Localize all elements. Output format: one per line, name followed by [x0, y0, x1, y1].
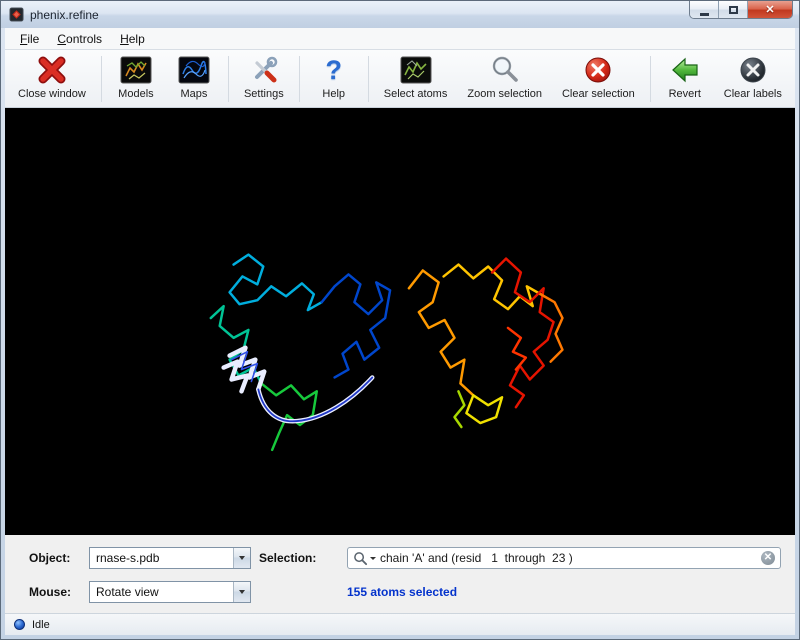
window-buttons: ✕	[689, 1, 793, 19]
help-button[interactable]: ? Help	[310, 53, 358, 101]
selection-input[interactable]	[380, 549, 761, 567]
atoms-selected-text: 155 atoms selected	[347, 585, 781, 599]
mouse-dropdown[interactable]: Rotate view	[89, 581, 251, 603]
molecule-viewport[interactable]	[5, 108, 795, 535]
close-button[interactable]: ✕	[748, 1, 792, 19]
toolbar-separator	[299, 56, 300, 102]
close-window-icon	[36, 54, 68, 86]
revert-label: Revert	[669, 88, 701, 100]
mouse-dropdown-value: Rotate view	[90, 582, 233, 602]
mouse-dropdown-button[interactable]	[233, 582, 250, 602]
clear-selection-button[interactable]: Clear selection	[557, 53, 640, 101]
models-label: Models	[118, 88, 153, 100]
clear-labels-button[interactable]: Clear labels	[719, 53, 787, 101]
selection-label: Selection:	[259, 551, 339, 565]
maps-label: Maps	[180, 88, 207, 100]
maximize-button[interactable]	[719, 1, 748, 19]
search-caret-icon	[370, 557, 376, 560]
models-icon	[120, 54, 152, 86]
controls-panel: Object: rnase-s.pdb Selection: ✕ Mouse: …	[5, 535, 795, 613]
app-icon	[9, 7, 24, 22]
menu-file[interactable]: File	[11, 30, 48, 48]
close-window-button[interactable]: Close window	[13, 53, 91, 101]
maps-icon	[178, 54, 210, 86]
settings-label: Settings	[244, 88, 284, 100]
menu-controls[interactable]: Controls	[48, 30, 111, 48]
phenix-refine-window: phenix.refine ✕ File Controls Help	[0, 0, 800, 640]
status-bar: Idle	[5, 613, 795, 635]
zoom-selection-button[interactable]: Zoom selection	[462, 53, 547, 101]
minimize-button[interactable]	[690, 1, 719, 19]
clear-labels-label: Clear labels	[724, 88, 782, 100]
toolbar-separator	[368, 56, 369, 102]
mouse-label: Mouse:	[29, 585, 81, 599]
select-atoms-button[interactable]: Select atoms	[379, 53, 453, 101]
settings-button[interactable]: Settings	[239, 53, 289, 101]
menu-bar: File Controls Help	[5, 28, 795, 50]
toolbar-separator	[228, 56, 229, 102]
toolbar-separator	[101, 56, 102, 102]
object-label: Object:	[29, 551, 81, 565]
status-dot-icon	[14, 619, 25, 630]
maps-button[interactable]: Maps	[170, 53, 218, 101]
clear-selection-icon	[582, 54, 614, 86]
zoom-selection-label: Zoom selection	[467, 88, 542, 100]
select-atoms-label: Select atoms	[384, 88, 448, 100]
title-bar[interactable]: phenix.refine ✕	[1, 1, 799, 28]
status-text: Idle	[32, 619, 50, 631]
maximize-icon	[729, 6, 738, 14]
close-window-label: Close window	[18, 88, 86, 100]
chevron-down-icon	[239, 590, 245, 594]
object-dropdown-button[interactable]	[233, 548, 250, 568]
selection-searchbox[interactable]: ✕	[347, 547, 781, 569]
models-button[interactable]: Models	[112, 53, 160, 101]
help-icon: ?	[318, 54, 350, 86]
object-dropdown-value: rnase-s.pdb	[90, 548, 233, 568]
object-dropdown[interactable]: rnase-s.pdb	[89, 547, 251, 569]
toolbar-separator	[650, 56, 651, 102]
minimize-icon	[700, 13, 709, 16]
chevron-down-icon	[239, 556, 245, 560]
window-title: phenix.refine	[30, 8, 99, 22]
toolbar: Close window Models	[5, 50, 795, 108]
search-menu-icon[interactable]	[353, 551, 376, 566]
revert-button[interactable]: Revert	[661, 53, 709, 101]
clear-labels-icon	[737, 54, 769, 86]
search-clear-button[interactable]: ✕	[761, 551, 775, 565]
help-label: Help	[322, 88, 345, 100]
clear-selection-label: Clear selection	[562, 88, 635, 100]
close-icon: ✕	[765, 5, 774, 16]
select-atoms-icon	[400, 54, 432, 86]
molecule-render	[5, 108, 795, 535]
menu-help[interactable]: Help	[111, 30, 154, 48]
revert-icon	[669, 54, 701, 86]
settings-icon	[248, 54, 280, 86]
zoom-selection-icon	[489, 54, 521, 86]
